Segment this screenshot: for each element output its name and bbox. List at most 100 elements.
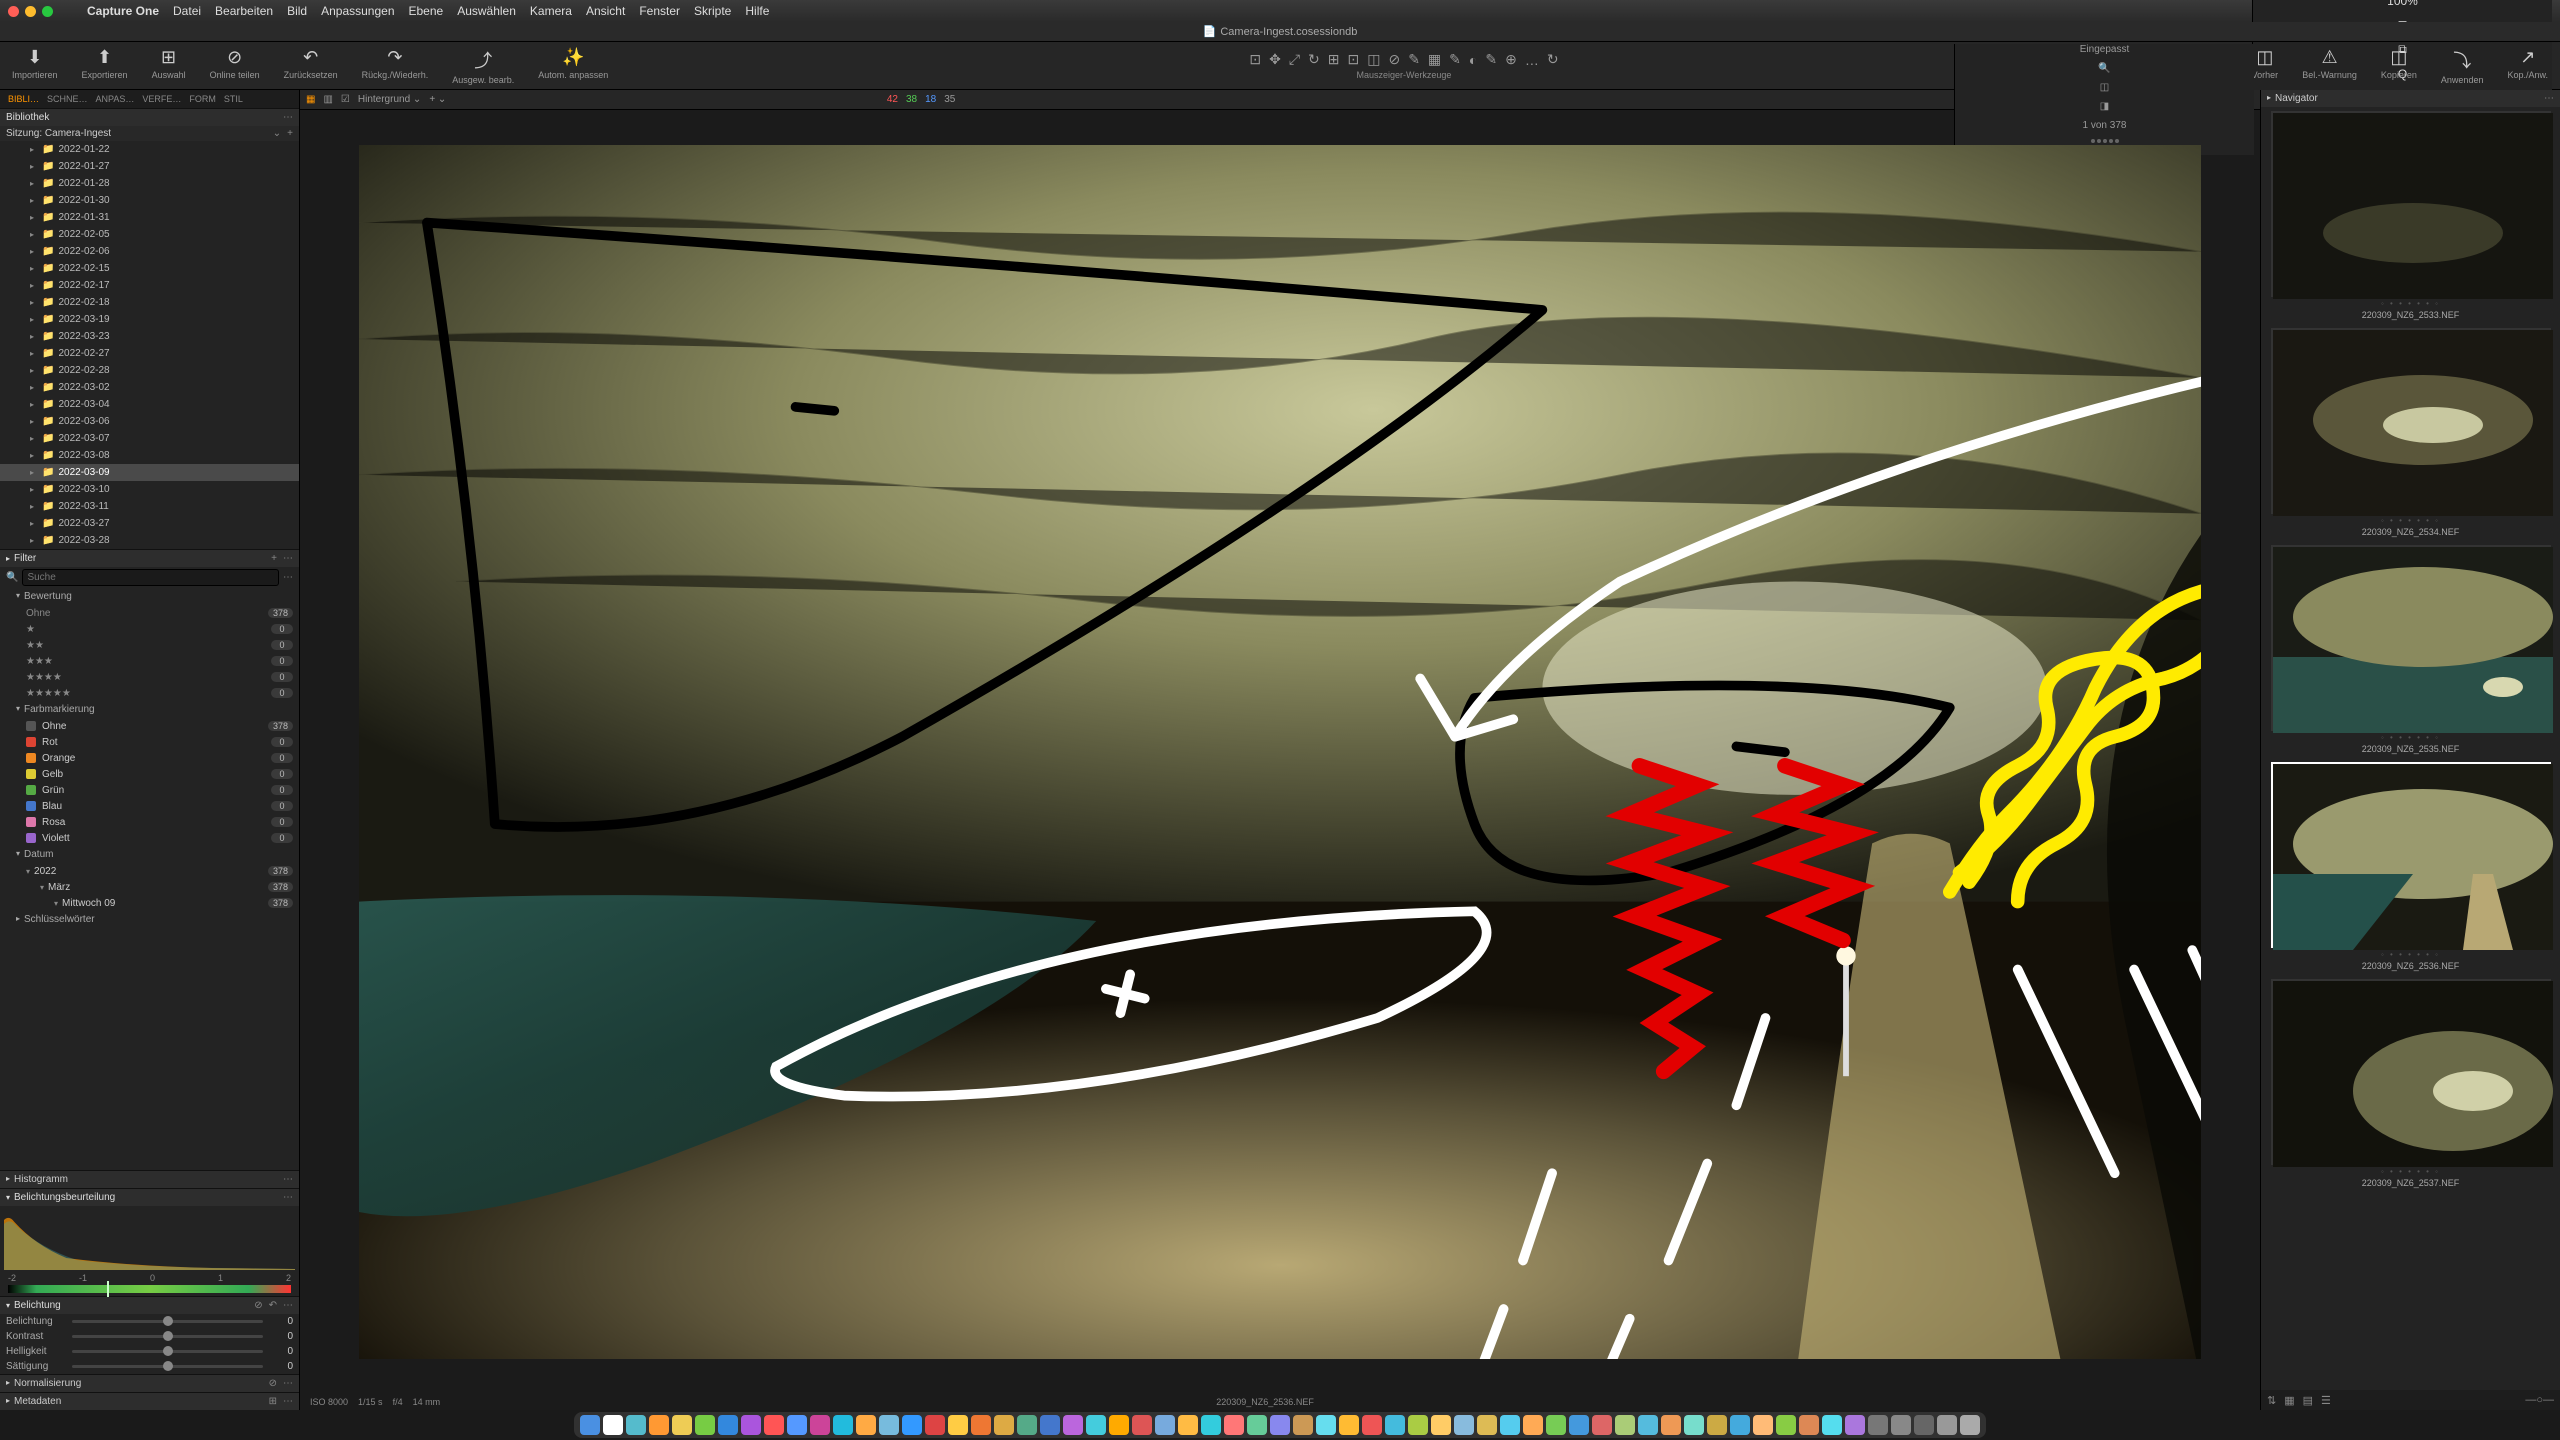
- slider-belichtung[interactable]: Belichtung0: [0, 1314, 299, 1329]
- dock-app[interactable]: [1178, 1415, 1198, 1435]
- tool-tabs[interactable]: BIBLI… SCHNE… ANPAS… VERFE… FORM STIL: [0, 90, 299, 108]
- exposure-copy-icon[interactable]: ⊘: [254, 1300, 262, 1311]
- dock-app[interactable]: [879, 1415, 899, 1435]
- folder-row[interactable]: ▸📁2022-01-27: [0, 158, 299, 175]
- cursor-tool[interactable]: …: [1525, 52, 1539, 68]
- toolbar-kop./anw.[interactable]: ↗Kop./Anw.: [2495, 43, 2560, 89]
- dock-app[interactable]: [1937, 1415, 1957, 1435]
- expo-eval-menu-icon[interactable]: ⋯: [283, 1192, 293, 1203]
- cursor-tool[interactable]: ▦: [1428, 51, 1441, 68]
- colortag-row[interactable]: Blau0: [0, 798, 299, 814]
- toolbar-bel.-warnung[interactable]: ⚠Bel.-Warnung: [2290, 43, 2369, 89]
- dock-app[interactable]: [603, 1415, 623, 1435]
- filter-menu-icon[interactable]: ⋯: [283, 553, 293, 564]
- dock-app[interactable]: [994, 1415, 1014, 1435]
- folder-row[interactable]: ▸📁2022-03-04: [0, 396, 299, 413]
- thumbnail-item[interactable]: ◦ • • • • • ◦220309_NZ6_2536.NEF: [2265, 762, 2556, 971]
- tab-adjust[interactable]: ANPAS…: [96, 94, 135, 104]
- dock-app[interactable]: [672, 1415, 692, 1435]
- dock-app[interactable]: [1914, 1415, 1934, 1435]
- dock-app[interactable]: [1408, 1415, 1428, 1435]
- rating-row[interactable]: ★★★★0: [0, 669, 299, 685]
- dock-app[interactable]: [1040, 1415, 1060, 1435]
- cursor-tool[interactable]: ↻: [1308, 51, 1320, 68]
- folder-row[interactable]: ▸📁2022-01-28: [0, 175, 299, 192]
- dock-app[interactable]: [1316, 1415, 1336, 1435]
- main-image[interactable]: [359, 145, 2202, 1358]
- rating-row[interactable]: ★★0: [0, 637, 299, 653]
- dock-app[interactable]: [1155, 1415, 1175, 1435]
- folder-row[interactable]: ▸📁2022-03-07: [0, 430, 299, 447]
- dock-app[interactable]: [1454, 1415, 1474, 1435]
- app-menu[interactable]: Capture One: [87, 4, 159, 18]
- menubar-status-item[interactable]: 100%: [2387, 0, 2418, 8]
- compare-icon[interactable]: ◫: [2100, 82, 2109, 93]
- rating-row[interactable]: ★★★0: [0, 653, 299, 669]
- date-header[interactable]: ▾Datum: [0, 846, 299, 863]
- cursor-tool[interactable]: ✎: [1449, 51, 1461, 68]
- rating-row[interactable]: Ohne378: [0, 605, 299, 621]
- cursor-tool[interactable]: ✥: [1269, 51, 1281, 68]
- dock-app[interactable]: [787, 1415, 807, 1435]
- metadata-header[interactable]: ▸Metadaten ⊞⋯: [0, 1392, 299, 1410]
- thumbnail-item[interactable]: ◦ • • • • • ◦220309_NZ6_2535.NEF: [2265, 545, 2556, 754]
- grid-icon[interactable]: ▦: [2284, 1394, 2294, 1407]
- folder-row[interactable]: ▸📁2022-03-06: [0, 413, 299, 430]
- menu-fenster[interactable]: Fenster: [639, 4, 680, 18]
- cursor-tool[interactable]: ✎: [1408, 51, 1420, 68]
- thumbnail-browser[interactable]: ◦ • • • • • ◦220309_NZ6_2533.NEF◦ • • • …: [2261, 107, 2560, 1390]
- folder-row[interactable]: ▸📁2022-03-19: [0, 311, 299, 328]
- folder-row[interactable]: ▸📁2022-03-11: [0, 498, 299, 515]
- keywords-header[interactable]: ▸Schlüsselwörter: [0, 911, 299, 928]
- folder-row[interactable]: ▸📁2022-01-31: [0, 209, 299, 226]
- folder-row[interactable]: ▸📁2022-02-17: [0, 277, 299, 294]
- toolbar-exportieren[interactable]: ⬆Exportieren: [70, 43, 140, 89]
- tab-library[interactable]: BIBLI…: [8, 94, 39, 104]
- dock-app[interactable]: [948, 1415, 968, 1435]
- dock-app[interactable]: [764, 1415, 784, 1435]
- dock-app[interactable]: [1362, 1415, 1382, 1435]
- colortag-row[interactable]: Grün0: [0, 782, 299, 798]
- dock-app[interactable]: [1109, 1415, 1129, 1435]
- window-traffic-lights[interactable]: [8, 6, 53, 17]
- dock-app[interactable]: [1776, 1415, 1796, 1435]
- exposure-header[interactable]: ▾ Belichtung ⊘↶⋯: [0, 1297, 299, 1314]
- tab-style[interactable]: STIL: [224, 94, 243, 104]
- colortag-row[interactable]: Orange0: [0, 750, 299, 766]
- cursor-tool[interactable]: ⊡: [1249, 51, 1261, 68]
- dock-app[interactable]: [1224, 1415, 1244, 1435]
- dock-app[interactable]: [1845, 1415, 1865, 1435]
- dock-app[interactable]: [649, 1415, 669, 1435]
- menu-datei[interactable]: Datei: [173, 4, 201, 18]
- layer-dropdown[interactable]: Hintergrund ⌄: [358, 94, 421, 105]
- dock-app[interactable]: [1339, 1415, 1359, 1435]
- folder-row[interactable]: ▸📁2022-03-27: [0, 515, 299, 532]
- tab-shape[interactable]: FORM: [189, 94, 216, 104]
- dock-app[interactable]: [1638, 1415, 1658, 1435]
- folder-row[interactable]: ▸📁2022-03-28: [0, 532, 299, 549]
- zoom-slider-icon[interactable]: —○—: [2525, 1394, 2554, 1406]
- rating-row[interactable]: ★0: [0, 621, 299, 637]
- library-header[interactable]: Bibliothek ⋯: [0, 109, 299, 126]
- exposure-reset-icon[interactable]: ↶: [269, 1300, 277, 1311]
- folder-row[interactable]: ▸📁2022-03-23: [0, 328, 299, 345]
- menu-hilfe[interactable]: Hilfe: [745, 4, 769, 18]
- rating-row[interactable]: ★★★★★0: [0, 685, 299, 701]
- viewer-canvas[interactable]: [300, 110, 2260, 1394]
- maximize-window[interactable]: [42, 6, 53, 17]
- filmstrip-icon[interactable]: ▤: [2303, 1394, 2313, 1407]
- dock-app[interactable]: [1293, 1415, 1313, 1435]
- menu-anpassungen[interactable]: Anpassungen: [321, 4, 394, 18]
- folder-row[interactable]: ▸📁2022-02-28: [0, 362, 299, 379]
- dock-app[interactable]: [810, 1415, 830, 1435]
- dock-app[interactable]: [718, 1415, 738, 1435]
- cursor-tool[interactable]: ⊘: [1388, 51, 1400, 68]
- close-window[interactable]: [8, 6, 19, 17]
- menu-ansicht[interactable]: Ansicht: [586, 4, 625, 18]
- dock-app[interactable]: [833, 1415, 853, 1435]
- tab-quick[interactable]: SCHNE…: [47, 94, 88, 104]
- folder-row[interactable]: ▸📁2022-02-27: [0, 345, 299, 362]
- thumbnail-item[interactable]: ◦ • • • • • ◦220309_NZ6_2534.NEF: [2265, 328, 2556, 537]
- cursor-tool[interactable]: ◐: [1469, 52, 1477, 68]
- folder-row[interactable]: ▸📁2022-02-15: [0, 260, 299, 277]
